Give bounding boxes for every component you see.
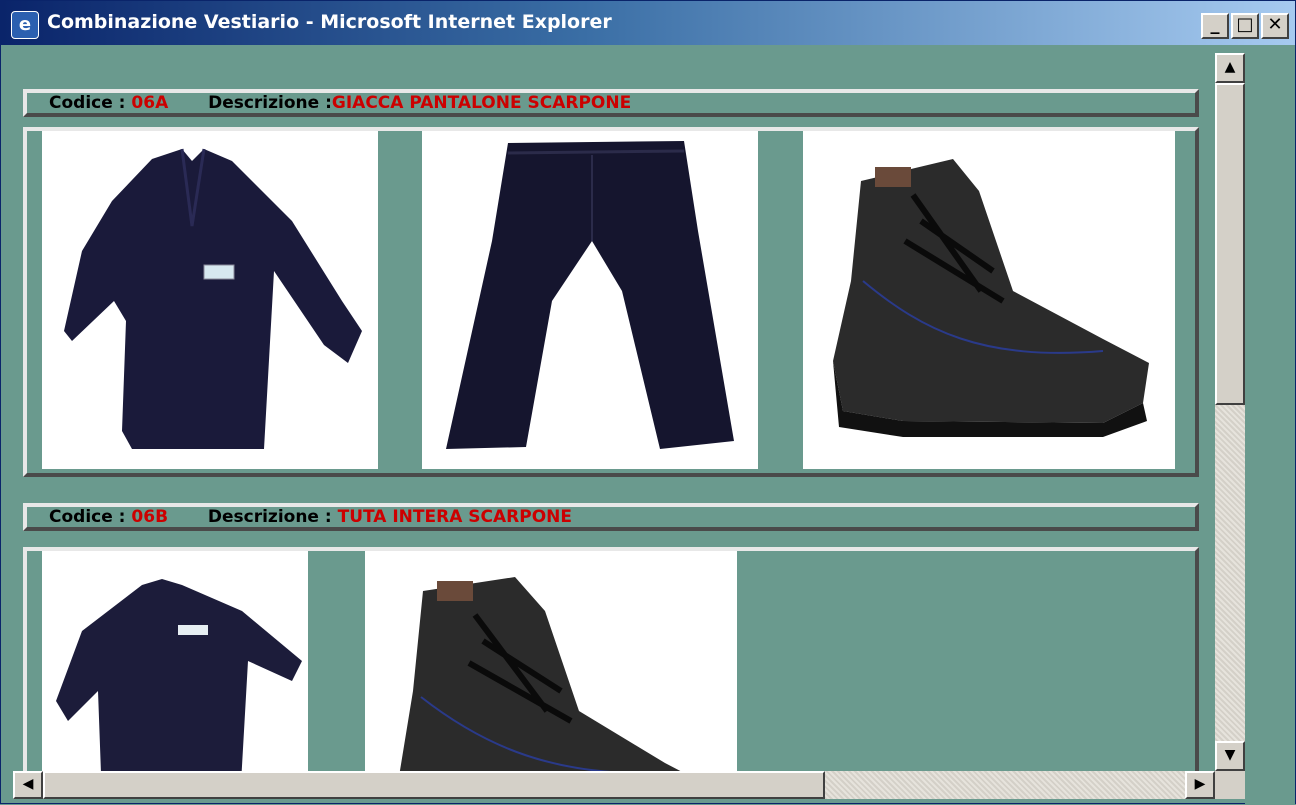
description-label: Descrizione : <box>207 507 332 527</box>
page-content: Codice : 06A Descrizione :GIACCA PANTALO… <box>13 53 1215 773</box>
boot-image <box>803 131 1175 469</box>
browser-window: e Combinazione Vestiario - Microsoft Int… <box>0 0 1296 805</box>
jacket-illustration <box>64 148 362 449</box>
window-controls: _ □ ✕ <box>1201 13 1289 39</box>
boot-image <box>365 551 737 773</box>
description-value: GIACCA PANTALONE SCARPONE <box>331 93 632 113</box>
code-value: 06A <box>131 93 169 113</box>
window-frame-right <box>1245 45 1295 805</box>
minimize-button[interactable]: _ <box>1201 13 1229 39</box>
internet-explorer-icon: e <box>11 11 39 39</box>
scroll-right-arrow-icon[interactable]: ▶ <box>1185 771 1215 799</box>
scrollbar-corner <box>1215 771 1245 799</box>
title-bar[interactable]: e Combinazione Vestiario - Microsoft Int… <box>1 1 1295 45</box>
vertical-scrollbar[interactable]: ▲ ▼ <box>1215 53 1245 771</box>
close-button[interactable]: ✕ <box>1261 13 1289 39</box>
window-title: Combinazione Vestiario - Microsoft Inter… <box>47 11 612 33</box>
description-value: TUTA INTERA SCARPONE <box>337 507 573 527</box>
section-header: Codice : 06A Descrizione :GIACCA PANTALO… <box>23 89 1199 117</box>
horizontal-scrollbar[interactable]: ◀ ▶ <box>13 771 1215 799</box>
jacket-image <box>42 131 378 469</box>
boot-illustration <box>833 159 1149 437</box>
section-images-panel <box>23 547 1199 773</box>
code-label: Codice : <box>49 93 126 113</box>
trousers-image <box>422 131 758 469</box>
description-label: Descrizione : <box>208 93 332 113</box>
coverall-illustration <box>56 579 302 773</box>
section-header: Codice : 06B Descrizione : TUTA INTERA S… <box>23 503 1199 531</box>
code-label: Codice : <box>49 507 126 527</box>
coverall-image <box>42 551 308 773</box>
section-images-panel <box>23 127 1199 477</box>
code-value: 06B <box>131 507 169 527</box>
horizontal-scroll-thumb[interactable] <box>43 771 825 799</box>
boot-illustration <box>399 577 685 773</box>
maximize-button[interactable]: □ <box>1231 13 1259 39</box>
vertical-scroll-thumb[interactable] <box>1215 83 1245 405</box>
trousers-illustration <box>446 141 734 449</box>
scroll-left-arrow-icon[interactable]: ◀ <box>13 771 43 799</box>
scroll-down-arrow-icon[interactable]: ▼ <box>1215 741 1245 771</box>
scroll-up-arrow-icon[interactable]: ▲ <box>1215 53 1245 83</box>
